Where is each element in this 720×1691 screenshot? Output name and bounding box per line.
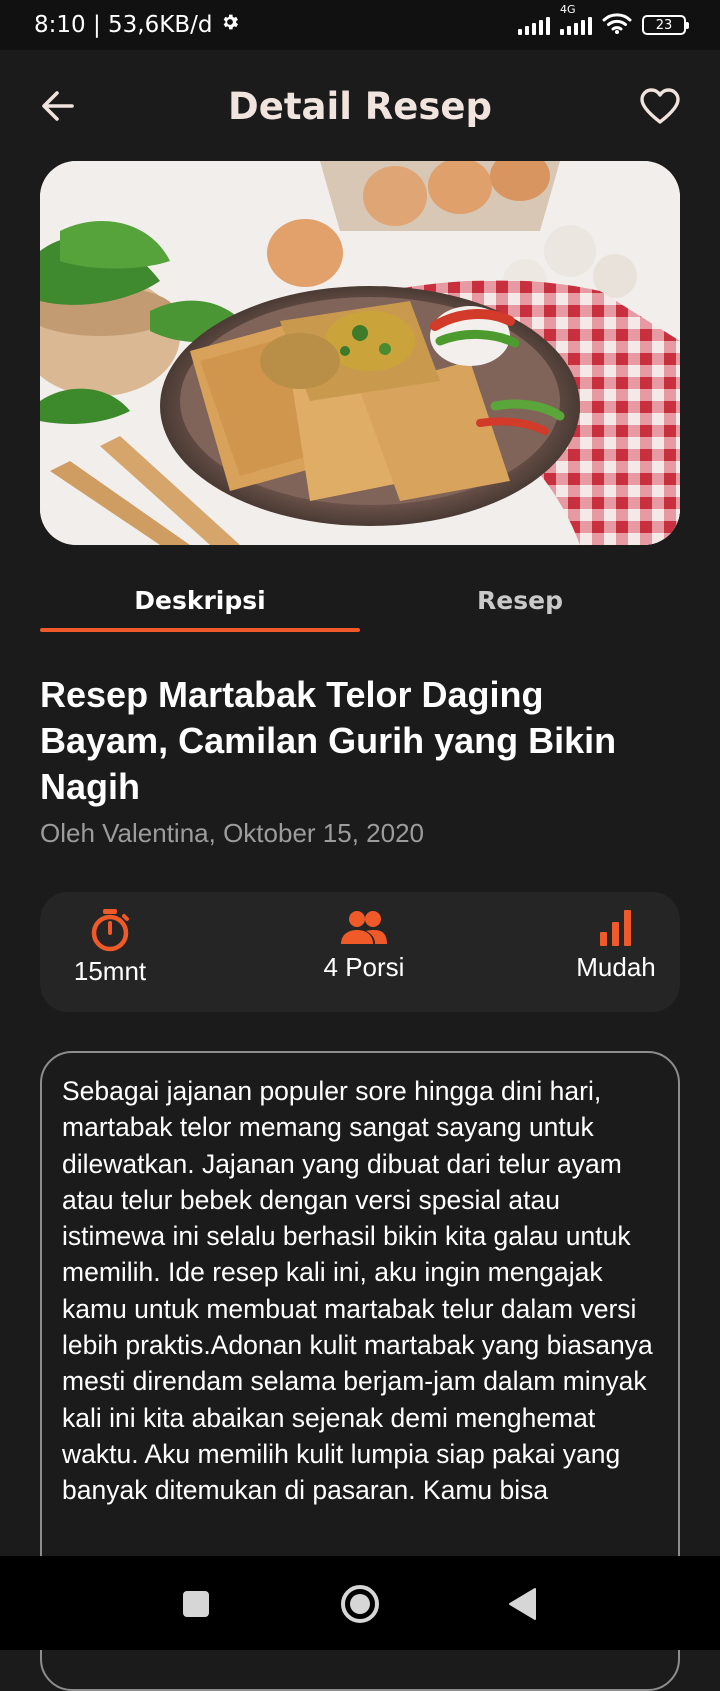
recipe-description: Sebagai jajanan populer sore hingga dini… — [62, 1076, 653, 1506]
wifi-icon — [602, 12, 632, 38]
app-bar: Detail Resep — [0, 60, 720, 152]
bar-chart-icon — [600, 910, 631, 946]
stat-difficulty-value: Mudah — [576, 952, 656, 982]
status-bar: 8:10 | 53,6KB/d 4G 23 — [0, 0, 720, 50]
recipe-title: Resep Martabak Telor Daging Bayam, Camil… — [40, 674, 617, 807]
signal-4g-icon: 4G — [560, 3, 592, 35]
timer-icon — [91, 909, 129, 952]
people-icon — [341, 911, 387, 944]
recent-apps-button[interactable] — [174, 1582, 218, 1626]
recipe-stats-card: 15mnt 4 Porsi Mudah — [40, 892, 680, 1012]
active-tab-indicator — [40, 628, 360, 632]
back-arrow-icon — [42, 91, 74, 121]
recent-apps-icon — [183, 1591, 209, 1617]
recipe-byline: Oleh Valentina, Oktober 15, 2020 — [40, 818, 424, 848]
battery-level: 23 — [655, 17, 673, 33]
signal-icon — [518, 15, 550, 35]
settings-icon — [220, 12, 240, 38]
home-icon — [341, 1585, 379, 1623]
back-button[interactable] — [34, 82, 82, 130]
heart-icon — [640, 88, 680, 124]
back-nav-button[interactable] — [500, 1582, 544, 1626]
stat-difficulty: Mudah — [560, 908, 672, 983]
stat-portion: 4 Porsi — [294, 908, 434, 983]
status-left: 8:10 | 53,6KB/d — [34, 12, 240, 38]
status-right: 4G 23 — [518, 3, 689, 38]
tab-deskripsi[interactable]: Deskripsi — [40, 586, 360, 615]
back-nav-icon — [509, 1588, 536, 1620]
network-type: 4G — [560, 3, 576, 16]
recipe-image — [40, 161, 680, 545]
tab-bar: Deskripsi Resep — [40, 586, 680, 634]
stat-time-value: 15mnt — [73, 956, 147, 986]
status-time-speed: 8:10 | 53,6KB/d — [34, 12, 213, 38]
home-button[interactable] — [338, 1582, 382, 1626]
system-nav-bar — [0, 1556, 720, 1650]
stat-time: 15mnt — [60, 908, 160, 987]
tab-resep[interactable]: Resep — [360, 586, 680, 615]
favorite-button[interactable] — [634, 82, 686, 130]
stat-portion-value: 4 Porsi — [323, 952, 405, 982]
page-title: Detail Resep — [228, 84, 492, 128]
battery-icon: 23 — [642, 15, 689, 35]
